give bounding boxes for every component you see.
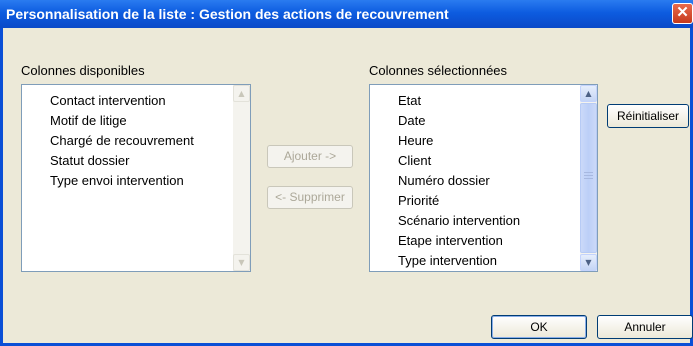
chevron-up-icon: ▲: [238, 89, 245, 98]
close-icon: ✕: [676, 4, 689, 21]
list-item[interactable]: Scénario intervention: [398, 211, 520, 231]
chevron-up-icon: ▲: [585, 89, 592, 98]
dialog-window: Personnalisation de la liste : Gestion d…: [0, 0, 693, 346]
scroll-up-button[interactable]: ▲: [233, 85, 250, 102]
list-item[interactable]: Date: [398, 111, 425, 131]
selected-scrollbar[interactable]: ▲ ▼: [580, 85, 597, 271]
title-bar[interactable]: Personnalisation de la liste : Gestion d…: [0, 0, 693, 28]
available-columns-label: Colonnes disponibles: [21, 63, 145, 78]
scroll-down-button[interactable]: ▼: [580, 254, 597, 271]
window-title: Personnalisation de la liste : Gestion d…: [6, 6, 449, 22]
selected-columns-list[interactable]: Etat Date Heure Client Numéro dossier Pr…: [369, 84, 598, 272]
add-button[interactable]: Ajouter ->: [267, 145, 353, 168]
reset-button[interactable]: Réinitialiser: [607, 104, 689, 128]
selected-columns-label: Colonnes sélectionnées: [369, 63, 508, 78]
list-item[interactable]: Statut dossier: [50, 151, 130, 171]
list-item[interactable]: Type intervention: [398, 251, 497, 271]
list-item[interactable]: Priorité: [398, 191, 439, 211]
list-item[interactable]: Chargé de recouvrement: [50, 131, 194, 151]
cancel-button[interactable]: Annuler: [597, 315, 693, 339]
list-item[interactable]: Etat: [398, 91, 421, 111]
list-item[interactable]: Type envoi intervention: [50, 171, 184, 191]
chevron-down-icon: ▼: [238, 258, 245, 267]
remove-button[interactable]: <- Supprimer: [267, 186, 353, 209]
scroll-thumb[interactable]: [580, 103, 597, 253]
scroll-down-button[interactable]: ▼: [233, 254, 250, 271]
list-item[interactable]: Contact intervention: [50, 91, 166, 111]
grip-icon: [584, 172, 593, 183]
close-button[interactable]: ✕: [672, 3, 693, 24]
available-scrollbar[interactable]: ▲ ▼: [233, 85, 250, 271]
list-item[interactable]: Motif de litige: [50, 111, 127, 131]
ok-button[interactable]: OK: [491, 315, 587, 339]
chevron-down-icon: ▼: [585, 258, 592, 267]
list-item[interactable]: Etape intervention: [398, 231, 503, 251]
list-item[interactable]: Heure: [398, 131, 433, 151]
list-item[interactable]: Client: [398, 151, 431, 171]
scroll-up-button[interactable]: ▲: [580, 85, 597, 102]
list-item[interactable]: Numéro dossier: [398, 171, 490, 191]
available-columns-list[interactable]: Contact intervention Motif de litige Cha…: [21, 84, 251, 272]
